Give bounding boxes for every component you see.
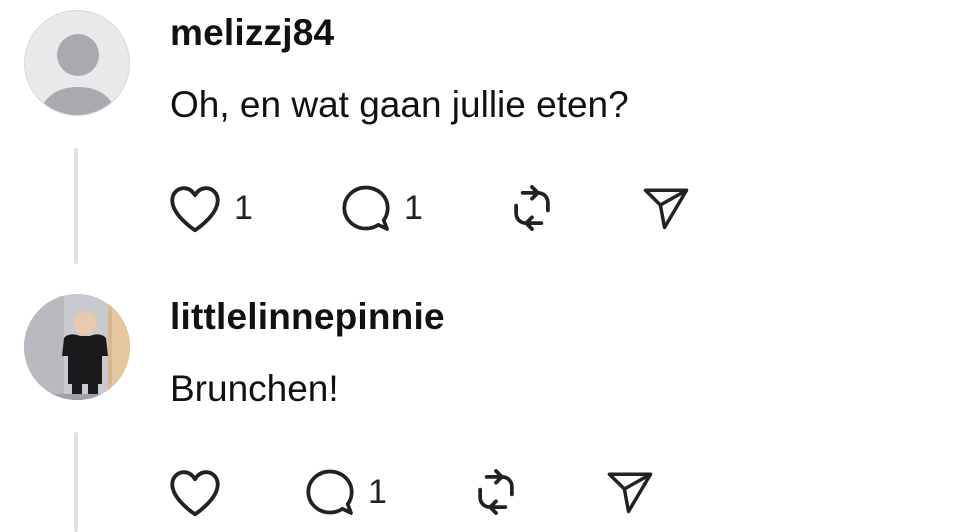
comment-button[interactable]: 1 — [302, 462, 387, 522]
action-bar: 1 — [166, 462, 686, 522]
comment-icon — [342, 185, 390, 231]
comment-icon — [306, 469, 354, 515]
like-button[interactable]: 1 — [166, 178, 253, 238]
avatar[interactable] — [24, 294, 130, 400]
send-icon — [607, 472, 653, 514]
comment-button[interactable]: 1 — [338, 178, 423, 238]
thread-line — [74, 148, 78, 264]
photo-avatar-icon — [24, 294, 130, 400]
username[interactable]: melizzj84 — [170, 12, 334, 54]
username[interactable]: littlelinnepinnie — [170, 296, 445, 338]
like-button[interactable] — [166, 462, 234, 522]
reply-text: Brunchen! — [170, 368, 339, 409]
heart-icon — [170, 470, 220, 517]
share-button[interactable] — [604, 462, 656, 522]
repost-icon — [478, 469, 514, 515]
reply-item: melizzj84 Oh, en wat gaan jullie eten? 1… — [0, 0, 960, 270]
heart-icon — [170, 186, 220, 233]
action-bar: 1 1 — [166, 178, 726, 238]
send-icon — [643, 188, 689, 230]
reply-item: littlelinnepinnie Brunchen! 1 — [0, 270, 960, 532]
reply-text: Oh, en wat gaan jullie eten? — [170, 84, 629, 125]
like-count: 1 — [234, 188, 253, 227]
thread-line — [74, 432, 78, 532]
comment-count: 1 — [368, 472, 387, 511]
comment-count: 1 — [404, 188, 423, 227]
repost-button[interactable] — [504, 178, 560, 238]
avatar[interactable] — [24, 10, 130, 116]
default-avatar-icon — [39, 34, 117, 115]
repost-button[interactable] — [468, 462, 524, 522]
repost-icon — [514, 185, 550, 231]
share-button[interactable] — [640, 178, 692, 238]
